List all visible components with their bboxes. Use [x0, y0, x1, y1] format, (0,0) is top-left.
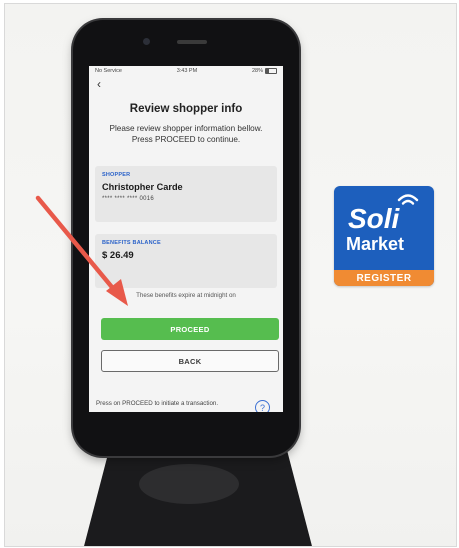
logo-soli-text: Soli: [348, 203, 400, 234]
back-chevron-icon[interactable]: ‹: [97, 78, 101, 90]
battery-icon: [265, 68, 277, 74]
logo-register-text: REGISTER: [356, 272, 412, 284]
logo-market-text: Market: [346, 234, 405, 254]
status-bar: No Service 3:43 PM 28%: [89, 66, 283, 76]
front-camera: [143, 38, 150, 45]
app-screen: No Service 3:43 PM 28% ‹ Review shopper …: [89, 66, 283, 412]
benefits-label: BENEFITS BALANCE: [102, 240, 161, 246]
carrier-text: No Service: [95, 68, 122, 74]
phone-device: No Service 3:43 PM 28% ‹ Review shopper …: [73, 20, 299, 456]
benefits-balance: $ 26.49: [102, 250, 134, 261]
shopper-label: SHOPPER: [102, 172, 131, 178]
instructions-text: Please review shopper information bellow…: [109, 124, 263, 144]
expire-note: These benefits expire at midnight on: [136, 292, 236, 299]
soli-market-logo: Soli Market REGISTER: [334, 186, 434, 286]
shopper-name: Christopher Carde: [102, 182, 183, 192]
card-number: **** **** **** 0016: [102, 196, 155, 202]
earpiece-speaker: [177, 40, 207, 44]
battery-percent: 28%: [251, 68, 263, 74]
wifi-icon: [397, 194, 419, 205]
shopper-card: SHOPPER Christopher Carde **** **** ****…: [95, 166, 277, 222]
video-frame: No Service 3:43 PM 28% ‹ Review shopper …: [4, 3, 457, 547]
logo-register-band: REGISTER: [334, 270, 434, 286]
phone-stand-knob: [139, 464, 239, 504]
page-title: Review shopper info: [129, 103, 243, 115]
proceed-button[interactable]: PROCEED: [101, 318, 279, 340]
status-time: 3:43 PM: [176, 68, 198, 74]
help-icon[interactable]: ?: [255, 400, 270, 412]
back-button[interactable]: BACK: [101, 350, 279, 372]
benefits-card: BENEFITS BALANCE $ 26.49: [95, 234, 277, 288]
footer-note: Press on PROCEED to initiate a transacti…: [96, 400, 219, 407]
status-right: 28%: [252, 68, 277, 74]
